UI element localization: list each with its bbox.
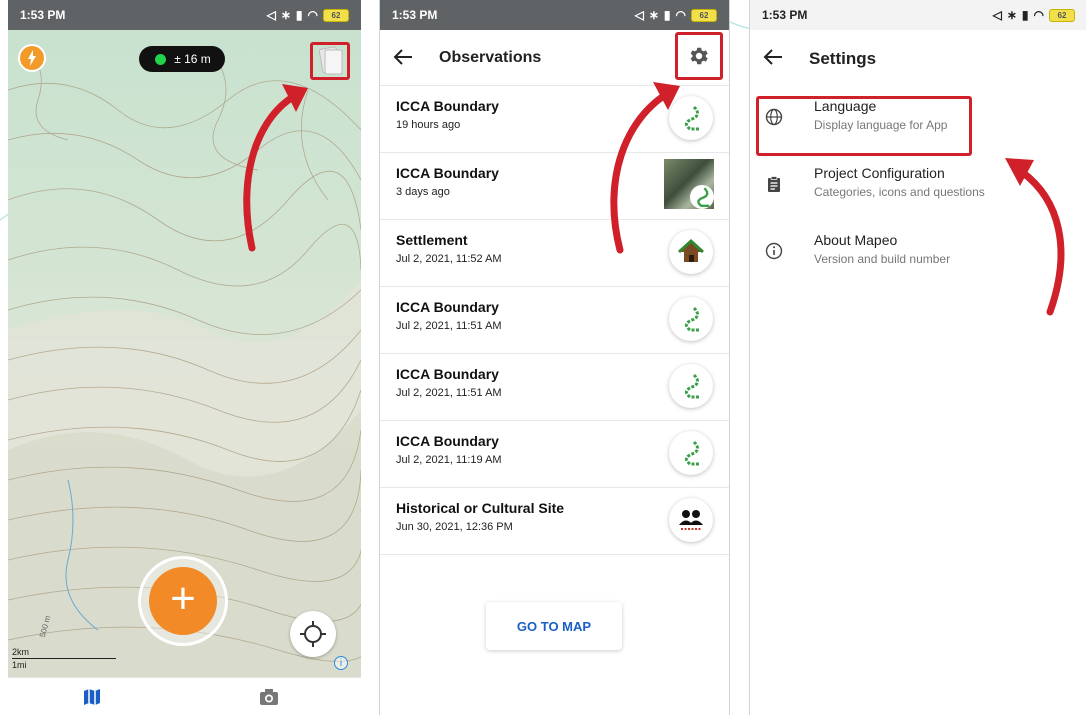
status-time: 1:53 PM <box>20 8 66 22</box>
observation-time: Jul 2, 2021, 11:51 AM <box>396 387 502 399</box>
sync-button[interactable] <box>18 44 46 72</box>
observation-time: 19 hours ago <box>396 119 461 131</box>
observation-photo-thumbnail <box>664 159 714 209</box>
location-icon: ◁ <box>266 8 276 22</box>
observation-item[interactable]: ICCA Boundary Jul 2, 2021, 11:51 AM <box>380 354 729 421</box>
boundary-line-icon <box>669 297 713 341</box>
crosshair-icon <box>300 621 326 647</box>
plus-icon: + <box>149 567 217 635</box>
observation-item[interactable]: Settlement Jul 2, 2021, 11:52 AM <box>380 220 729 287</box>
observation-time: Jul 2, 2021, 11:51 AM <box>396 320 502 332</box>
observation-title: ICCA Boundary <box>396 165 499 181</box>
observation-item[interactable]: ICCA Boundary Jul 2, 2021, 11:51 AM <box>380 287 729 354</box>
observation-time: Jun 30, 2021, 12:36 PM <box>396 521 513 533</box>
page-title: Settings <box>809 49 877 68</box>
map-scale: 2km 1mi <box>12 647 116 670</box>
bottom-navigation <box>8 677 361 715</box>
bluetooth-icon: ∗ <box>648 8 659 22</box>
app-bar: Settings <box>750 30 1086 86</box>
observation-time: Jul 2, 2021, 11:19 AM <box>396 454 502 466</box>
status-time: 1:53 PM <box>392 8 438 22</box>
settings-item-title: Project Configuration <box>814 165 945 181</box>
back-arrow-icon[interactable] <box>392 46 414 68</box>
people-icon <box>669 498 713 542</box>
observations-screen: 1:53 PM ◁ ∗ ▮ ◠ 62 Observations ICCA Bou… <box>379 0 730 715</box>
observations-list-button[interactable] <box>310 42 350 80</box>
observation-item[interactable]: ICCA Boundary Jul 2, 2021, 11:19 AM <box>380 421 729 488</box>
settings-item-language[interactable]: Language Display language for App <box>750 88 1086 156</box>
observation-time: 3 days ago <box>396 186 450 198</box>
gps-accuracy-text: ± 16 m <box>174 52 211 66</box>
bluetooth-icon: ∗ <box>1006 8 1017 22</box>
gps-accuracy-pill[interactable]: ± 16 m <box>139 46 225 72</box>
highlight-box <box>756 96 972 156</box>
observation-title: Historical or Cultural Site <box>396 500 565 516</box>
settings-item-about[interactable]: About Mapeo Version and build number <box>750 222 1086 289</box>
map-tab-icon[interactable] <box>82 687 102 707</box>
observation-time: Jul 2, 2021, 11:52 AM <box>396 253 502 265</box>
observation-title: ICCA Boundary <box>396 433 499 449</box>
settings-item-subtitle: Version and build number <box>814 252 951 266</box>
observation-title: Settlement <box>396 232 468 248</box>
map-attribution-info-button[interactable]: i <box>334 656 348 670</box>
scale-metric: 2km <box>12 647 30 657</box>
lightning-icon <box>28 50 36 66</box>
observation-item[interactable]: ICCA Boundary 19 hours ago <box>380 86 729 153</box>
camera-tab-icon[interactable] <box>258 687 280 707</box>
bluetooth-icon: ∗ <box>280 8 291 22</box>
map-screen: 1:53 PM ◁ ∗ ▮ ◠ 62 ± 16 m 500 m 2km 1mi … <box>8 0 361 715</box>
boundary-line-icon <box>669 431 713 475</box>
location-icon: ◁ <box>634 8 644 22</box>
wifi-icon: ◠ <box>1033 8 1044 22</box>
settings-item-project-configuration[interactable]: Project Configuration Categories, icons … <box>750 155 1086 222</box>
signal-icon: ▮ <box>663 8 671 22</box>
battery-icon: 62 <box>1049 8 1075 22</box>
status-time: 1:53 PM <box>762 8 808 22</box>
add-observation-button[interactable]: + <box>138 556 228 646</box>
settings-button[interactable] <box>675 32 723 80</box>
wifi-icon: ◠ <box>675 8 686 22</box>
go-to-map-button[interactable]: GO TO MAP <box>486 602 622 650</box>
gear-icon <box>690 47 708 65</box>
boundary-line-icon <box>669 364 713 408</box>
boundary-line-icon <box>669 96 713 140</box>
battery-icon: 62 <box>323 8 349 22</box>
gps-status-dot <box>155 53 167 65</box>
cards-icon <box>318 46 343 75</box>
settings-item-title: About Mapeo <box>814 232 898 248</box>
settings-item-subtitle: Categories, icons and questions <box>814 185 985 199</box>
scale-bar <box>12 658 116 659</box>
observation-item[interactable]: Historical or Cultural Site Jun 30, 2021… <box>380 488 729 555</box>
wifi-icon: ◠ <box>307 8 318 22</box>
observation-title: ICCA Boundary <box>396 299 499 315</box>
house-icon <box>669 230 713 274</box>
back-arrow-icon[interactable] <box>762 46 784 68</box>
settings-screen: 1:53 PM ◁ ∗ ▮ ◠ 62 Settings Language Dis… <box>749 0 1086 715</box>
status-bar: 1:53 PM ◁ ∗ ▮ ◠ 62 <box>750 0 1086 30</box>
info-icon <box>765 242 783 260</box>
signal-icon: ▮ <box>1021 8 1029 22</box>
observation-item[interactable]: ICCA Boundary 3 days ago <box>380 153 729 220</box>
signal-icon: ▮ <box>295 8 303 22</box>
settings-list: Language Display language for App Projec… <box>750 88 1086 289</box>
location-icon: ◁ <box>992 8 1002 22</box>
app-bar: Observations <box>380 30 729 86</box>
battery-icon: 62 <box>691 8 717 22</box>
status-bar: 1:53 PM ◁ ∗ ▮ ◠ 62 <box>380 0 729 30</box>
observations-list: ICCA Boundary 19 hours ago ICCA Boundary… <box>380 86 729 555</box>
scale-imperial: 1mi <box>12 660 27 670</box>
page-title: Observations <box>439 49 542 66</box>
status-bar: 1:53 PM ◁ ∗ ▮ ◠ 62 <box>8 0 361 30</box>
observation-title: ICCA Boundary <box>396 98 499 114</box>
boundary-line-icon <box>690 185 714 209</box>
clipboard-icon <box>768 176 780 192</box>
observation-title: ICCA Boundary <box>396 366 499 382</box>
locate-me-button[interactable] <box>290 611 336 657</box>
